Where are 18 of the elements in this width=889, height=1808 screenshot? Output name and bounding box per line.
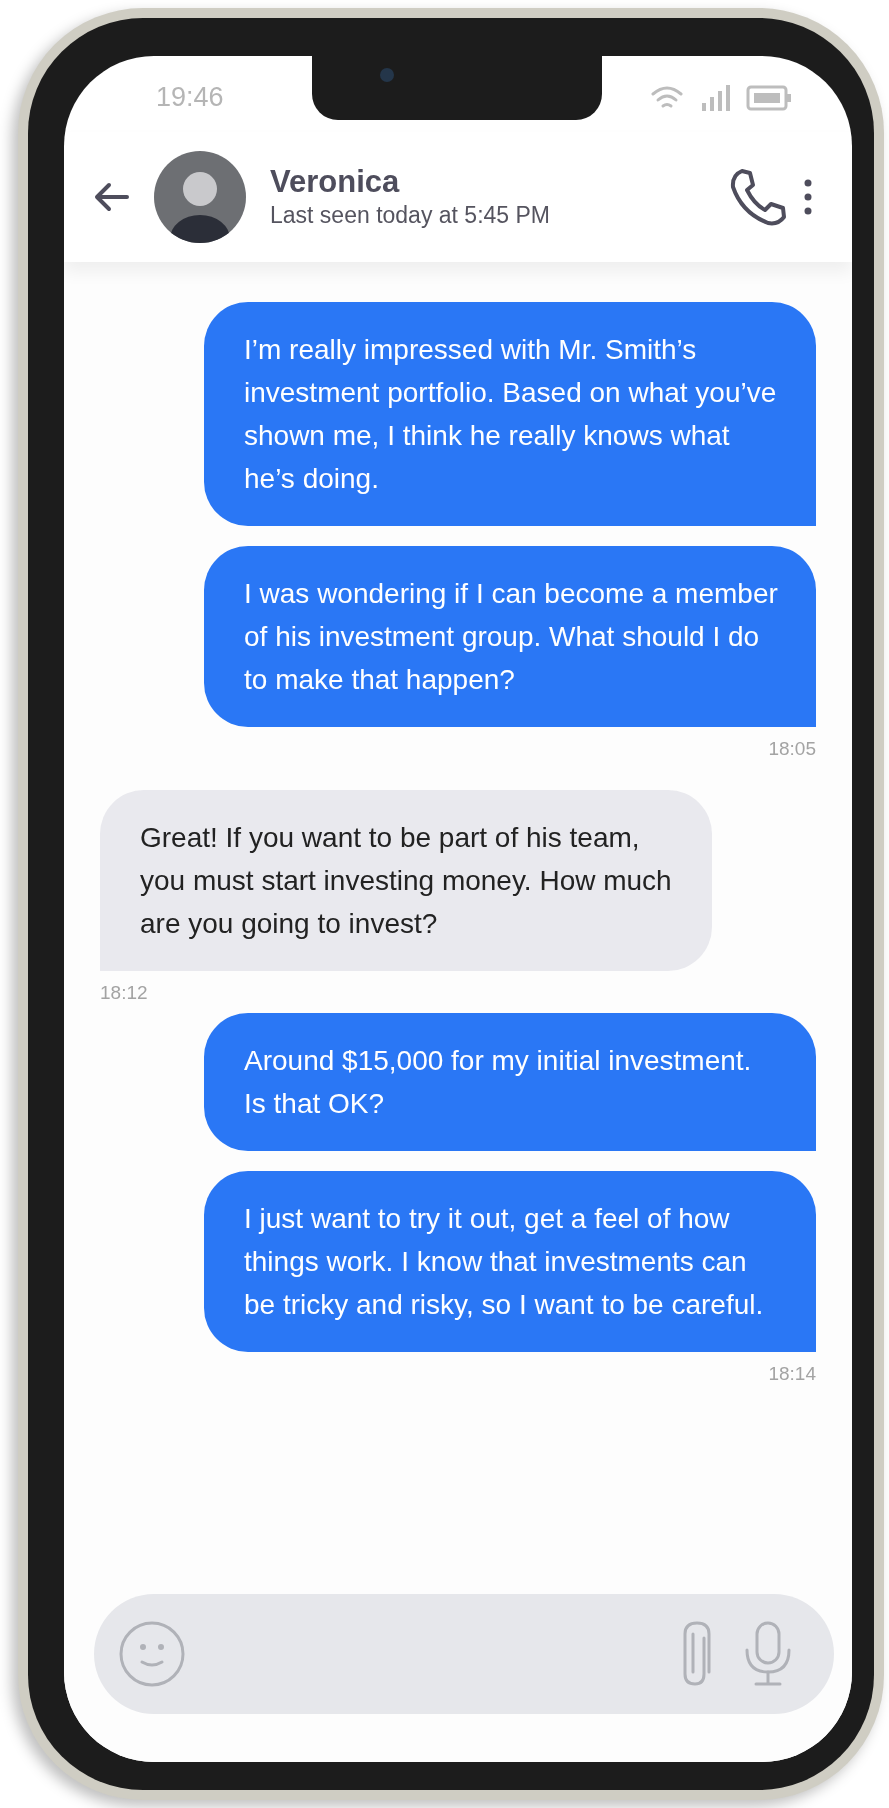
more-options-icon[interactable] <box>804 179 812 215</box>
received-message: Great! If you want to be part of his team, you must start investing money. How much are you going to invest? <box>100 789 712 971</box>
message-time: 18:05 <box>768 737 816 761</box>
emoji-icon[interactable] <box>118 1620 186 1688</box>
status-time: 19:46 <box>156 84 224 111</box>
signal-icon <box>700 84 730 112</box>
sent-message: I’m really impressed with Mr. Smith’s investment portfolio. Based on what you’ve shown me, I think he really knows what he’s doing. <box>204 302 816 526</box>
message-time: 18:14 <box>768 1362 816 1386</box>
sent-message: I just want to try it out, get a feel of how things work. I know that investments can be tricky and risky, so I want to be careful. <box>204 1171 816 1352</box>
contact-name: Veronica <box>270 163 401 201</box>
back-arrow-icon[interactable] <box>94 182 130 212</box>
sent-message: Around $15,000 for my initial investment. Is that OK? <box>204 1013 816 1151</box>
battery-icon <box>746 84 792 112</box>
sent-message: I was wondering if I can become a member of his investment group. What should I do to make that happen? <box>204 546 816 727</box>
phone-call-icon[interactable] <box>728 167 788 227</box>
message-time: 18:12 <box>100 980 148 1005</box>
last-seen-status: Last seen today at 5:45 PM <box>270 200 551 230</box>
camera-lens <box>380 68 394 82</box>
